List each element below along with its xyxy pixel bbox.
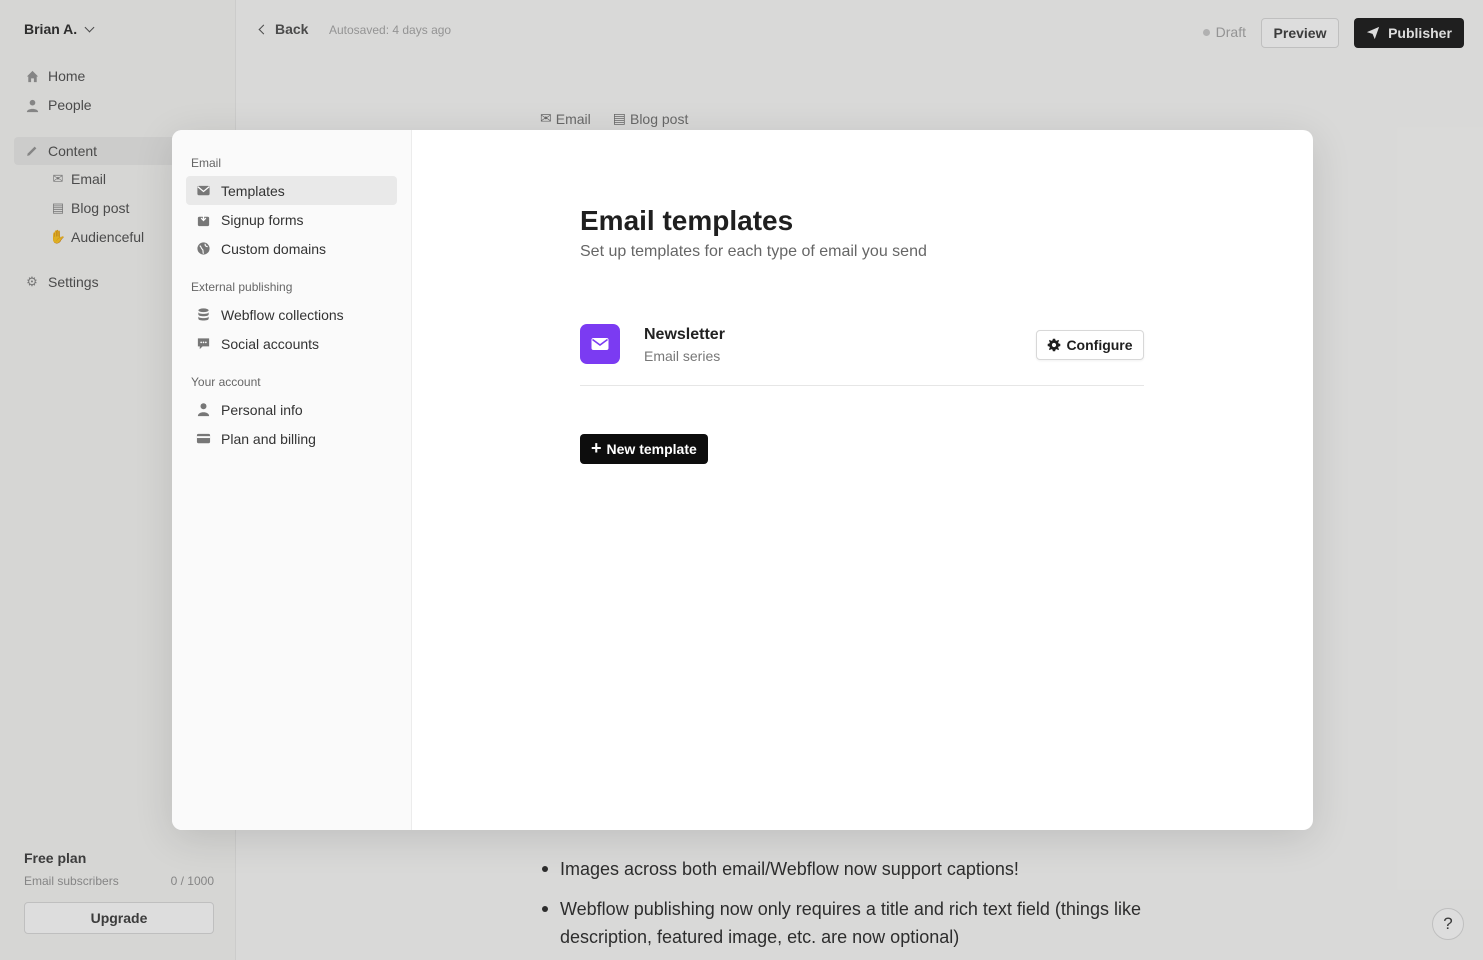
template-name: Newsletter [644,326,725,343]
chat-bubble-icon [196,336,211,351]
settings-item-label: Personal info [221,401,303,418]
settings-modal: Email Templates Signup forms Custom doma… [172,130,1313,830]
database-icon [196,307,211,322]
section-label-external-publishing: External publishing [191,280,293,294]
settings-item-webflow-collections[interactable]: Webflow collections [186,300,397,329]
settings-item-label: Templates [221,182,285,199]
person-icon [196,402,211,417]
globe-icon [196,241,211,256]
new-template-label: New template [606,441,697,457]
configure-button[interactable]: Configure [1036,330,1144,360]
page-subtitle: Set up templates for each type of email … [580,243,927,260]
settings-item-signup-forms[interactable]: Signup forms [186,205,397,234]
template-type: Email series [644,348,721,364]
section-label-email: Email [191,156,222,170]
template-row: Newsletter Email series Configure [580,324,1144,386]
settings-sidebar: Email Templates Signup forms Custom doma… [172,130,412,830]
section-label-your-account: Your account [191,375,261,389]
new-template-button[interactable]: + New template [580,434,708,464]
settings-item-label: Signup forms [221,211,304,228]
settings-item-templates[interactable]: Templates [186,176,397,205]
settings-content: Email templates Set up templates for eac… [412,130,1313,830]
settings-item-label: Webflow collections [221,306,344,323]
settings-item-custom-domains[interactable]: Custom domains [186,234,397,263]
envelope-icon [196,183,211,198]
settings-item-label: Custom domains [221,240,327,257]
newsletter-envelope-icon [580,324,620,364]
settings-item-social-accounts[interactable]: Social accounts [186,329,397,358]
gear-icon [1048,338,1061,352]
settings-item-label: Plan and billing [221,430,316,447]
inbox-download-icon [196,212,211,227]
page-title: Email templates [580,205,794,236]
plus-icon: + [591,438,602,458]
settings-item-personal-info[interactable]: Personal info [186,395,397,424]
settings-item-label: Social accounts [221,335,320,352]
settings-item-plan-and-billing[interactable]: Plan and billing [186,424,397,453]
credit-card-icon [196,431,211,446]
configure-label: Configure [1066,337,1133,353]
